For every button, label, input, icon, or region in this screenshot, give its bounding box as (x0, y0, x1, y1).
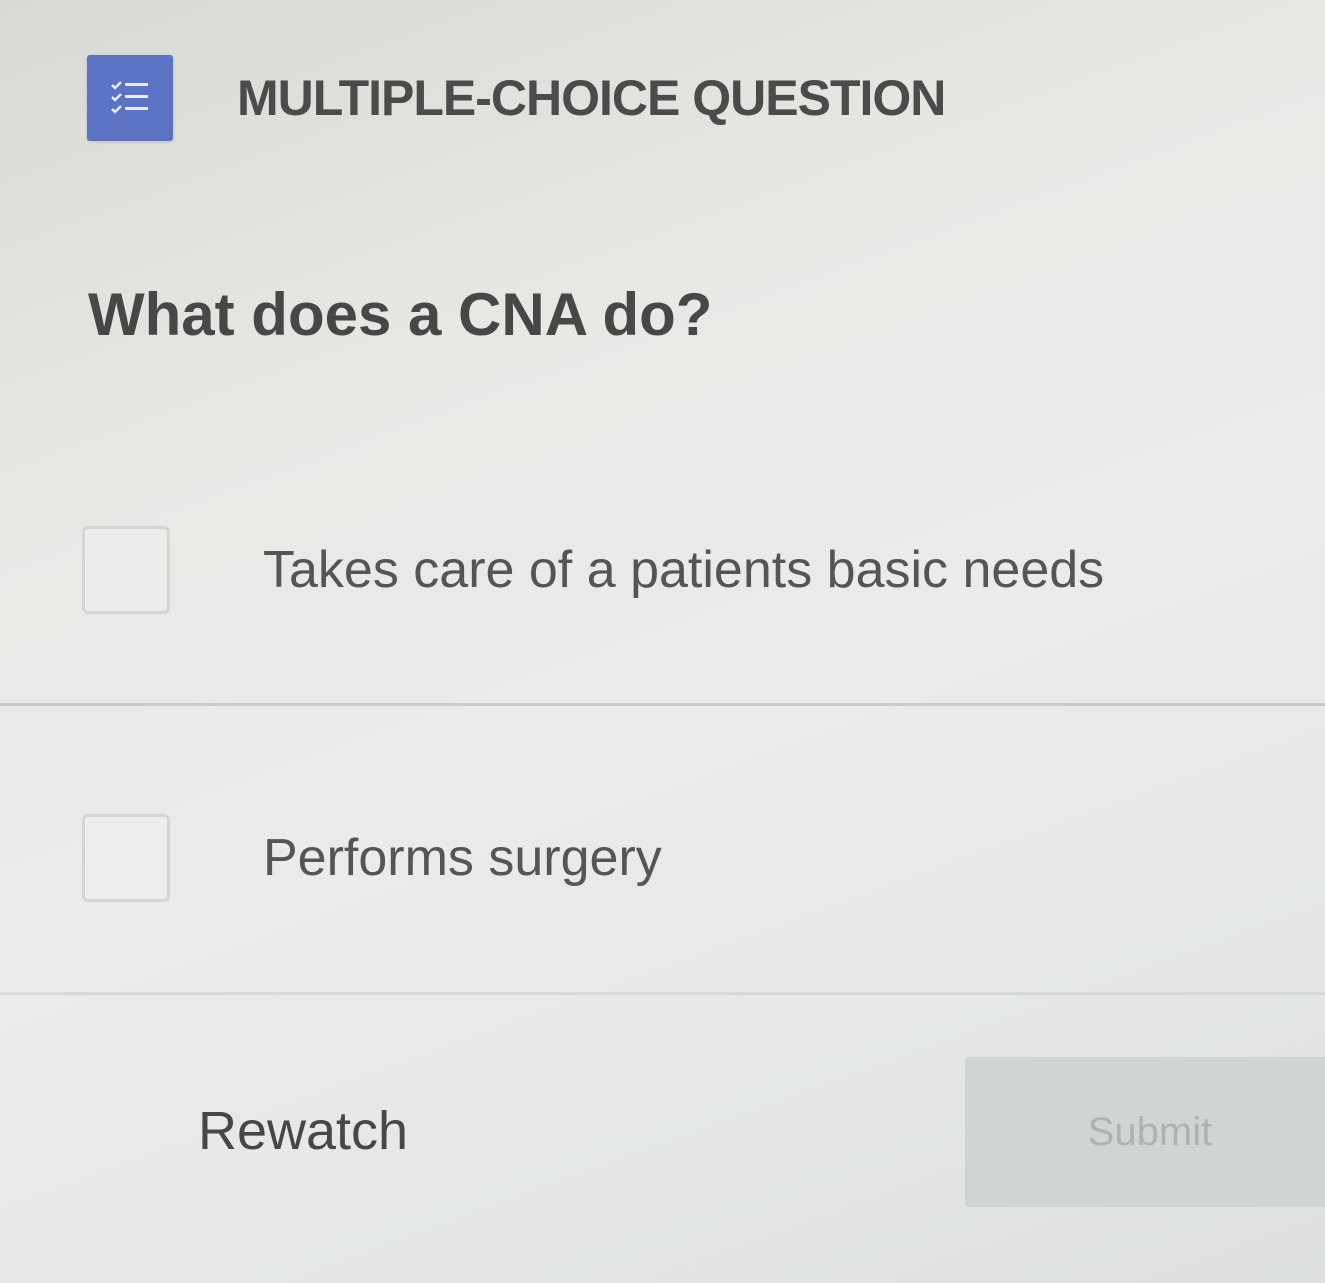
question-header: MULTIPLE-CHOICE QUESTION (87, 55, 946, 141)
checklist-icon (87, 55, 173, 141)
answer-label-2: Performs surgery (263, 829, 662, 887)
answer-checkbox-2[interactable] (82, 814, 170, 902)
answer-option-1[interactable]: Takes care of a patients basic needs (0, 520, 1325, 620)
option-divider (0, 703, 1325, 706)
footer-divider (0, 992, 1325, 995)
answer-label-1: Takes care of a patients basic needs (263, 541, 1105, 599)
answer-checkbox-1[interactable] (82, 526, 170, 614)
answer-option-2[interactable]: Performs surgery (0, 808, 1325, 908)
rewatch-button[interactable]: Rewatch (198, 1100, 408, 1162)
question-text: What does a CNA do? (88, 281, 713, 348)
submit-button[interactable]: Submit (965, 1057, 1325, 1207)
question-type-title: MULTIPLE-CHOICE QUESTION (237, 70, 946, 126)
